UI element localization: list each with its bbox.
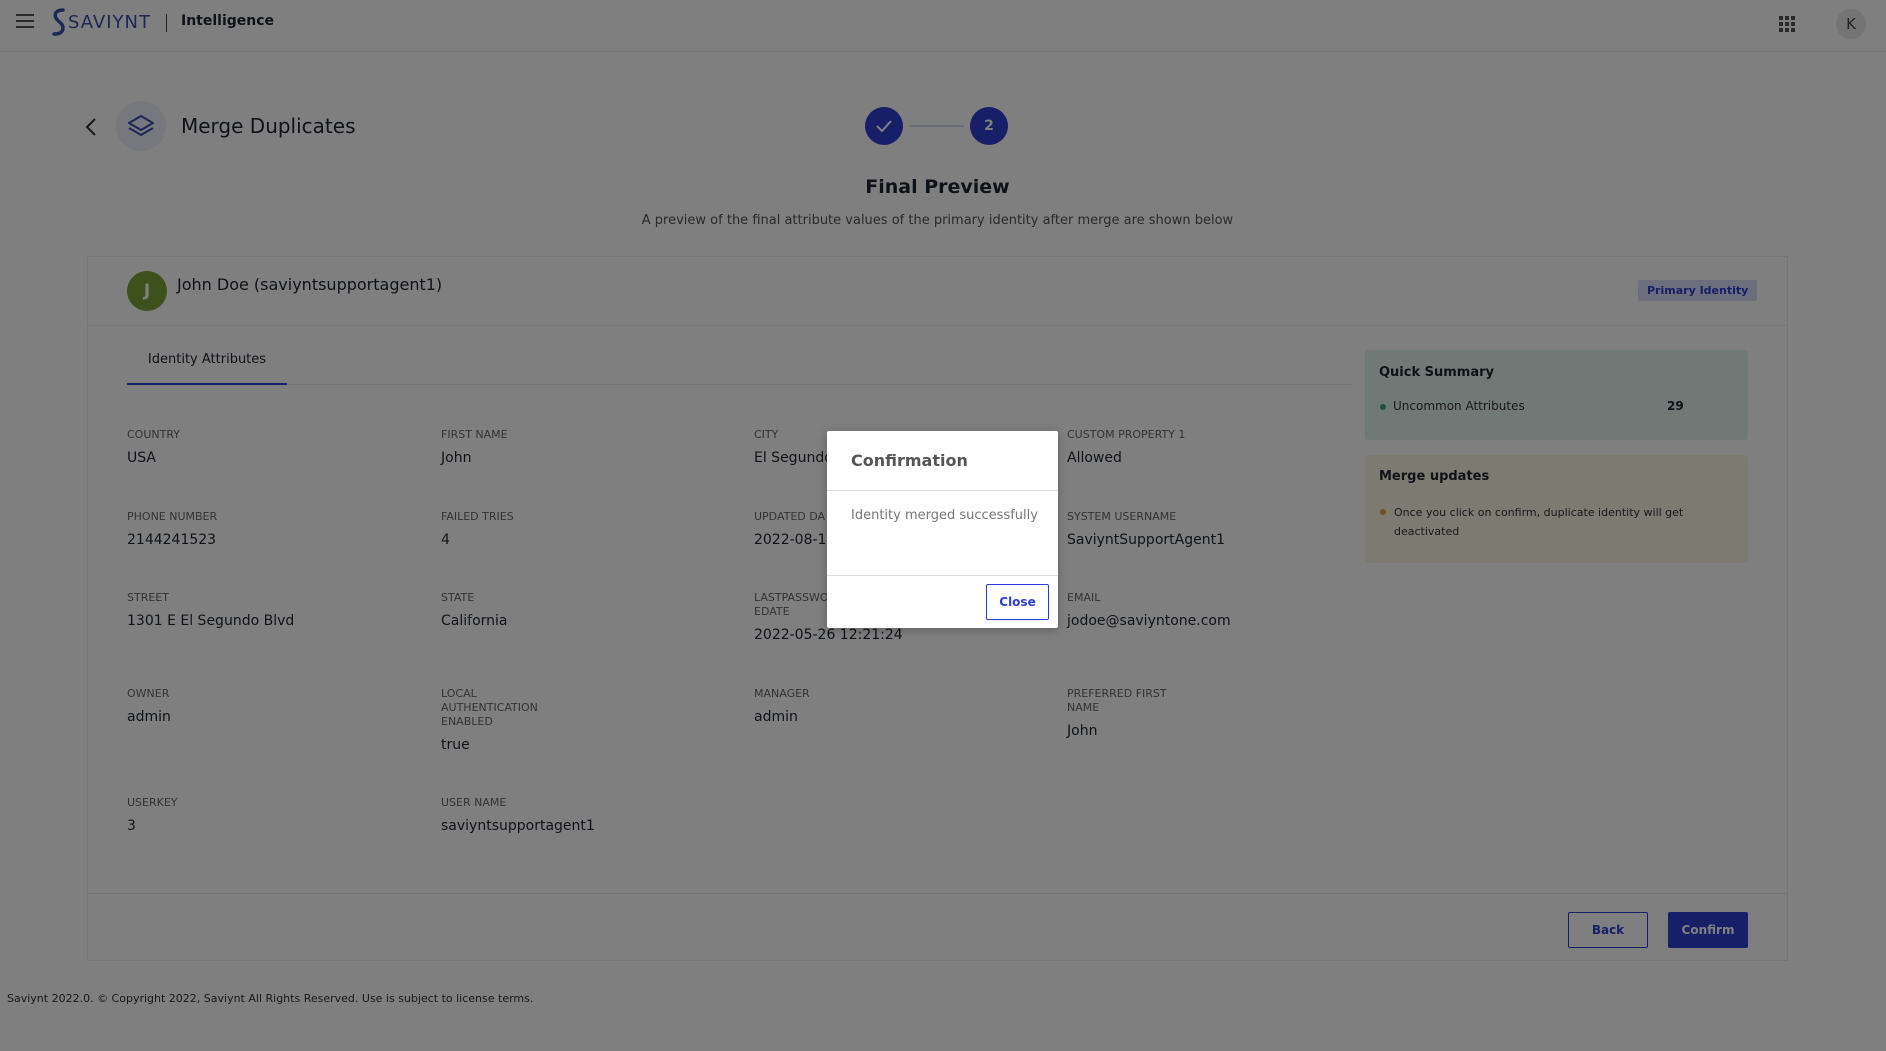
dialog-title: Confirmation — [851, 451, 968, 470]
dialog-divider — [827, 490, 1058, 491]
confirmation-dialog: Confirmation Identity merged successfull… — [827, 431, 1058, 628]
dialog-message: Identity merged successfully — [851, 508, 1038, 523]
dialog-divider — [827, 575, 1058, 576]
close-button[interactable]: Close — [986, 584, 1049, 620]
